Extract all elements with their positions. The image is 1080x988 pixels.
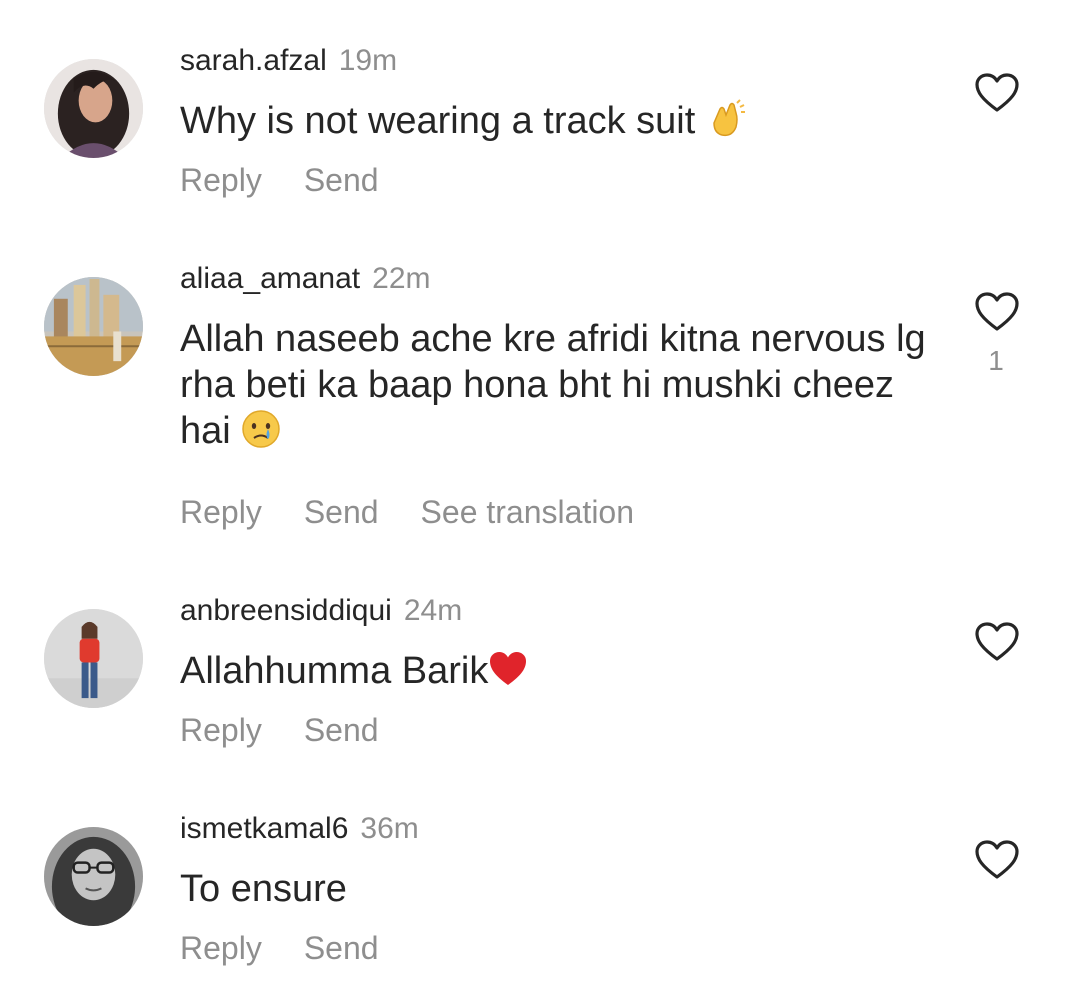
- username[interactable]: ismetkamal6: [180, 812, 348, 845]
- reply-button[interactable]: Reply: [180, 930, 262, 966]
- username[interactable]: anbreensiddiqui: [180, 594, 392, 627]
- reply-button[interactable]: Reply: [180, 162, 262, 198]
- send-button[interactable]: Send: [304, 162, 379, 198]
- comment-body: To ensure: [180, 868, 347, 910]
- comment-body: Allahhumma Barik: [180, 650, 489, 692]
- timestamp: 19m: [338, 44, 398, 77]
- reply-button[interactable]: Reply: [180, 712, 262, 748]
- comment-text: To ensure: [180, 866, 940, 912]
- reply-button[interactable]: Reply: [180, 494, 262, 530]
- comment-body: Why is not wearing a track suit: [180, 100, 706, 142]
- avatar[interactable]: [44, 609, 143, 708]
- send-button[interactable]: Send: [304, 712, 379, 748]
- comment-text: Allah naseeb ache kre afridi kitna nervo…: [180, 316, 940, 454]
- send-button[interactable]: Send: [304, 494, 379, 530]
- clapping-hands-icon: [706, 99, 746, 139]
- timestamp: 24m: [403, 594, 463, 627]
- comment-body: Allah naseeb ache kre afridi kitna nervo…: [180, 318, 926, 452]
- red-heart-icon: [488, 649, 528, 689]
- crying-face-icon: [241, 409, 281, 449]
- username[interactable]: sarah.afzal: [180, 44, 327, 77]
- heart-icon[interactable]: [974, 839, 1020, 881]
- avatar[interactable]: [44, 827, 143, 926]
- timestamp: 36m: [360, 812, 419, 845]
- timestamp: 22m: [372, 262, 431, 295]
- username[interactable]: aliaa_amanat: [180, 262, 360, 295]
- heart-icon[interactable]: [974, 291, 1020, 333]
- like-count: 1: [988, 345, 1004, 376]
- see-translation-button[interactable]: See translation: [421, 494, 634, 530]
- avatar[interactable]: [44, 59, 143, 158]
- avatar[interactable]: [44, 277, 143, 376]
- heart-icon[interactable]: [974, 72, 1020, 114]
- comment-text: Why is not wearing a track suit: [180, 98, 940, 144]
- comment-text: Allahhumma Barik: [180, 648, 940, 694]
- send-button[interactable]: Send: [304, 930, 379, 966]
- heart-icon[interactable]: [974, 621, 1020, 663]
